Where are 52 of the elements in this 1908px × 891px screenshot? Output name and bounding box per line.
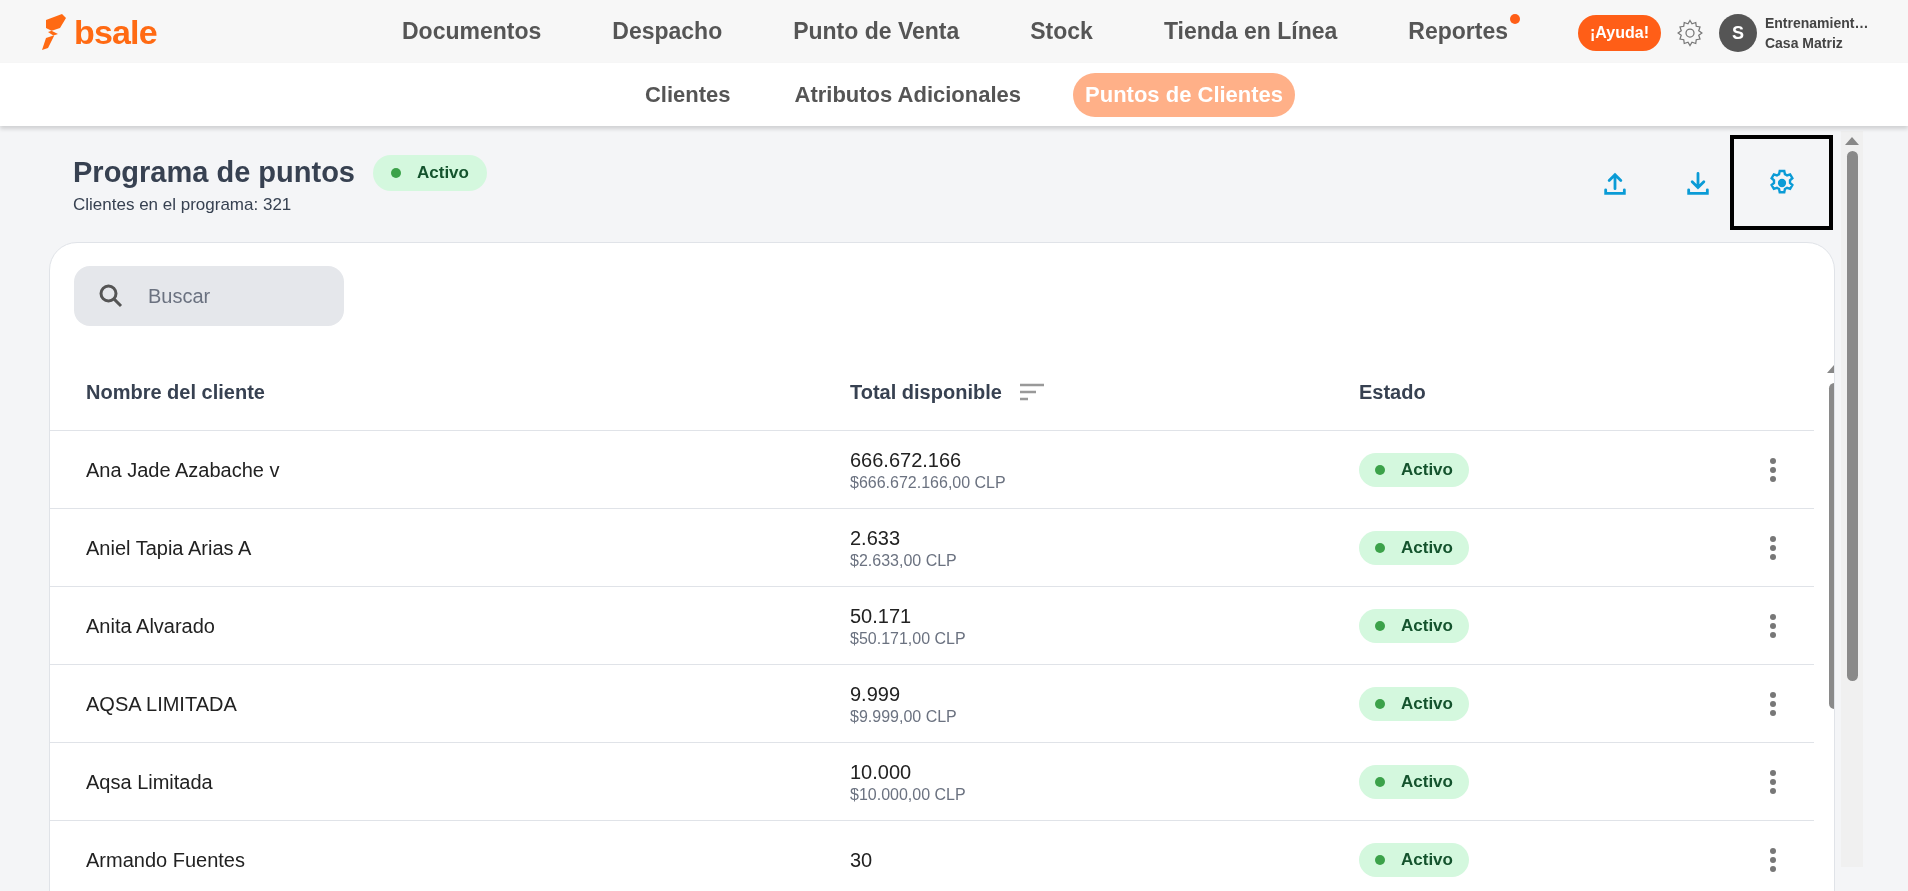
subnav-tab[interactable]: Clientes xyxy=(632,72,743,117)
table-cell-text: Anita Alvarado xyxy=(86,613,215,639)
status-badge: Activo xyxy=(1359,608,1469,643)
more-options-icon[interactable] xyxy=(1769,690,1777,717)
status-badge: Activo xyxy=(373,154,487,191)
more-options-icon[interactable] xyxy=(1769,534,1777,561)
table-cell-text: 666.672.166 xyxy=(850,447,963,473)
subnav-tab[interactable]: Atributos Adicionales xyxy=(782,72,1034,117)
nav-link[interactable]: Punto de Venta xyxy=(793,14,960,49)
table-cell-text: 2.633 xyxy=(850,525,902,551)
status-badge: Activo xyxy=(1359,686,1469,721)
settings-button[interactable] xyxy=(1730,135,1833,230)
table-cell-text: 9.999 xyxy=(850,681,902,707)
nav-link[interactable]: Stock xyxy=(1030,14,1093,49)
status-badge: Activo xyxy=(1359,452,1469,487)
branch-name: Casa Matriz xyxy=(1764,34,1844,53)
more-options-icon[interactable] xyxy=(1769,846,1777,873)
user-name: Entrenamient… xyxy=(1764,14,1869,33)
nav-link[interactable]: Despacho xyxy=(612,14,723,49)
table-cell-text: Aqsa Limitada xyxy=(86,769,213,795)
more-options-icon[interactable] xyxy=(1769,768,1777,795)
nav-link[interactable]: Reportes xyxy=(1408,14,1508,49)
table-cell-text: AQSA LIMITADA xyxy=(86,691,237,717)
more-options-icon[interactable] xyxy=(1769,612,1777,639)
table-cell-text: Aniel Tapia Arias A xyxy=(86,535,252,561)
table-cell-text: 50.171 xyxy=(850,603,913,629)
clients-count-text: Clientes en el programa: 321 xyxy=(73,194,292,216)
status-badge: Activo xyxy=(1359,530,1469,565)
table-cell-text: $2.633,00 CLP xyxy=(850,550,958,571)
user-avatar[interactable]: S xyxy=(1718,14,1757,52)
table-cell-text: Ana Jade Azabache v xyxy=(86,457,280,483)
upload-icon[interactable] xyxy=(1601,170,1629,198)
download-icon[interactable] xyxy=(1684,170,1712,198)
sort-icon[interactable] xyxy=(1017,381,1046,402)
column-header[interactable]: Total disponible xyxy=(850,376,1002,407)
status-badge: Activo xyxy=(1359,842,1469,877)
table-cell-text: $9.999,00 CLP xyxy=(850,706,958,727)
table-cell-text: 10.000 xyxy=(850,759,913,785)
column-header: Nombre del cliente xyxy=(86,379,265,405)
status-badge: Activo xyxy=(1359,764,1469,799)
nav-link[interactable]: Documentos xyxy=(402,14,542,49)
table-cell-text: 30 xyxy=(850,847,874,873)
table-cell-text: $50.171,00 CLP xyxy=(850,628,967,649)
table-cell-text: $10.000,00 CLP xyxy=(850,784,967,805)
table-cell-text: Armando Fuentes xyxy=(86,847,245,873)
nav-link[interactable]: Tienda en Línea xyxy=(1163,14,1338,49)
page-title: Programa de puntos xyxy=(73,155,355,190)
brand-name: bsale xyxy=(74,14,157,49)
more-options-icon[interactable] xyxy=(1769,456,1777,483)
table-cell-text: $666.672.166,00 CLP xyxy=(850,472,1007,493)
column-header: Estado xyxy=(1359,379,1426,405)
search-field[interactable]: Buscar xyxy=(74,266,344,326)
